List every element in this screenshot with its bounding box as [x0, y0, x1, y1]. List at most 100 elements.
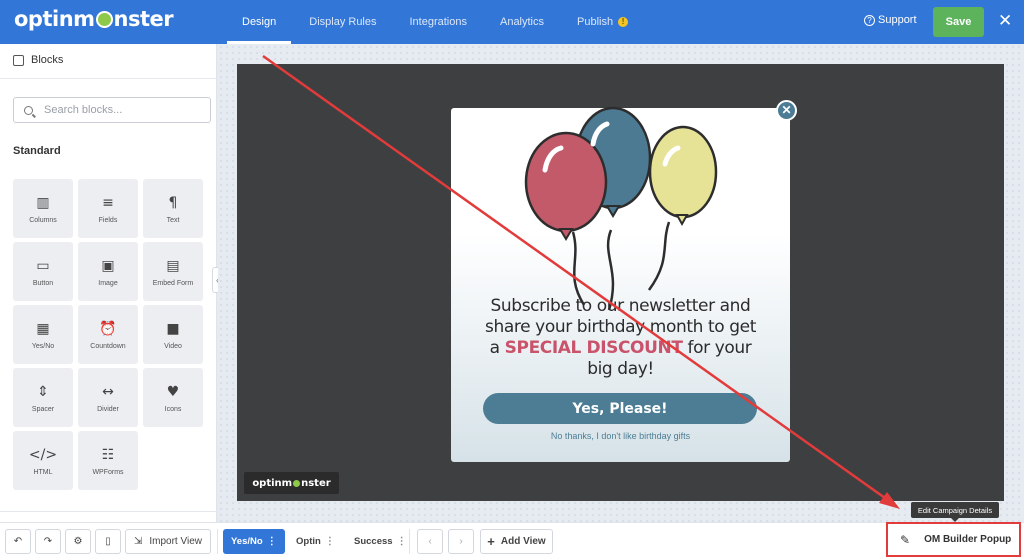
- block-countdown[interactable]: ⏰ Countdown: [78, 305, 138, 364]
- view-tab-optin[interactable]: Optin ⋮: [288, 529, 343, 554]
- search-box[interactable]: [13, 97, 211, 123]
- sidebar-title: Blocks: [31, 54, 64, 66]
- headline-line: Subscribe to our newsletter and: [490, 296, 751, 316]
- block-label: Spacer: [31, 405, 55, 413]
- popup-preview[interactable]: Subscribe to our newsletter and share yo…: [451, 106, 790, 462]
- add-view-button[interactable]: + Add View: [480, 529, 553, 554]
- watermark-text-right: nster: [301, 477, 331, 489]
- block-label: Embed Form: [152, 279, 194, 287]
- watermark-text-left: optinm: [252, 477, 293, 489]
- block-label: Fields: [98, 216, 118, 224]
- block-label: Image: [98, 279, 118, 287]
- blocks-grid: ▥ Columns ≡ Fields ¶ Text ▭ Button ▣ Image ▤ E…: [13, 179, 204, 490]
- headline-line: big day!: [587, 359, 654, 379]
- block-label: Button: [32, 279, 54, 287]
- block-label: WPForms: [92, 468, 124, 476]
- columns-icon: ▥: [36, 194, 50, 211]
- chevron-left-icon[interactable]: ‹: [417, 529, 443, 554]
- yes-please-button[interactable]: Yes, Please!: [483, 393, 757, 424]
- chevron-right-icon[interactable]: ›: [448, 529, 474, 554]
- no-thanks-link[interactable]: No thanks, I don't like birthday gifts: [451, 431, 790, 441]
- sidebar-header: Blocks: [13, 54, 63, 66]
- view-tab-label: Success: [354, 536, 393, 547]
- main-nav: Design Display Rules Integrations Analyt…: [227, 0, 646, 44]
- import-view-label: Import View: [149, 536, 202, 547]
- logo-text-right: nster: [113, 7, 174, 31]
- headline-pre: a: [489, 338, 505, 358]
- support-link[interactable]: ? Support: [864, 14, 917, 26]
- block-spacer[interactable]: ⇕ Spacer: [13, 368, 73, 427]
- tab-display-rules[interactable]: Display Rules: [294, 0, 391, 44]
- image-icon: ▣: [101, 257, 115, 274]
- tab-analytics[interactable]: Analytics: [485, 0, 559, 44]
- support-label: Support: [878, 14, 917, 26]
- headline-line: share your birthday month to get: [485, 317, 756, 337]
- warning-badge-icon: !: [618, 17, 629, 27]
- view-tab-yes-no[interactable]: Yes/No ⋮: [223, 529, 285, 554]
- code-icon: </>: [28, 446, 58, 463]
- optinmonster-watermark: optinm nster: [244, 472, 339, 494]
- block-yes-no[interactable]: ▦ Yes/No: [13, 305, 73, 364]
- block-label: Text: [166, 216, 180, 224]
- search-icon: [24, 105, 33, 115]
- divider: [0, 78, 217, 79]
- block-embed-form[interactable]: ▤ Embed Form: [143, 242, 203, 301]
- question-icon: ?: [864, 14, 875, 26]
- kebab-menu-icon[interactable]: ⋮: [325, 536, 335, 547]
- block-wpforms[interactable]: ☷ WPForms: [78, 431, 138, 490]
- block-label: HTML: [33, 468, 53, 476]
- block-divider[interactable]: ↔ Divider: [78, 368, 138, 427]
- tab-publish[interactable]: Publish!: [562, 0, 643, 44]
- block-text[interactable]: ¶ Text: [143, 179, 203, 238]
- redo-icon[interactable]: ↷: [35, 529, 61, 554]
- settings-gear-icon[interactable]: ⚙: [65, 529, 91, 554]
- add-view-label: Add View: [500, 536, 546, 547]
- block-label: Divider: [97, 405, 119, 413]
- block-label: Columns: [29, 216, 57, 224]
- fields-icon: ≡: [102, 194, 114, 211]
- top-bar: optinm nster Design Display Rules Integra…: [0, 0, 1024, 44]
- close-icon[interactable]: ✕: [998, 11, 1012, 31]
- block-video[interactable]: ■ Video: [143, 305, 203, 364]
- view-tab-label: Yes/No: [231, 536, 263, 547]
- undo-icon[interactable]: ↶: [5, 529, 31, 554]
- balloons-image: [524, 106, 718, 310]
- save-button[interactable]: Save: [933, 7, 984, 37]
- block-label: Countdown: [90, 342, 126, 350]
- monster-icon: [293, 479, 301, 487]
- separator: [217, 529, 218, 554]
- campaign-name: OM Builder Popup: [924, 534, 1012, 545]
- view-tab-success[interactable]: Success ⋮: [346, 529, 415, 554]
- divider-icon: ↔: [102, 383, 114, 400]
- popup-close-icon[interactable]: ✕: [776, 100, 797, 121]
- import-view-button[interactable]: ⇲ Import View: [125, 529, 211, 554]
- mobile-preview-icon[interactable]: ▯: [95, 529, 121, 554]
- block-icons[interactable]: ♥ Icons: [143, 368, 203, 427]
- block-image[interactable]: ▣ Image: [78, 242, 138, 301]
- optinmonster-logo[interactable]: optinm nster: [14, 7, 174, 31]
- monster-icon: [95, 11, 113, 28]
- block-button[interactable]: ▭ Button: [13, 242, 73, 301]
- video-icon: ■: [166, 320, 180, 337]
- kebab-menu-icon[interactable]: ⋮: [397, 536, 407, 547]
- view-tab-label: Optin: [296, 536, 321, 547]
- block-fields[interactable]: ≡ Fields: [78, 179, 138, 238]
- spacer-icon: ⇕: [37, 383, 49, 400]
- divider: [0, 511, 217, 512]
- section-title: Standard: [13, 145, 61, 157]
- campaign-name-button[interactable]: ✎ OM Builder Popup: [886, 522, 1021, 557]
- headline-post: for your: [682, 338, 752, 358]
- block-columns[interactable]: ▥ Columns: [13, 179, 73, 238]
- block-label: Icons: [164, 405, 182, 413]
- block-html[interactable]: </> HTML: [13, 431, 73, 490]
- plus-icon: +: [487, 534, 495, 549]
- separator: [409, 529, 410, 554]
- block-label: Yes/No: [31, 342, 55, 350]
- search-input[interactable]: [44, 104, 194, 116]
- yes-no-icon: ▦: [36, 320, 50, 337]
- popup-headline: Subscribe to our newsletter and share yo…: [451, 296, 790, 380]
- kebab-menu-icon[interactable]: ⋮: [267, 536, 277, 547]
- tab-design[interactable]: Design: [227, 0, 292, 44]
- tab-integrations[interactable]: Integrations: [395, 0, 482, 44]
- paragraph-icon: ¶: [168, 194, 178, 211]
